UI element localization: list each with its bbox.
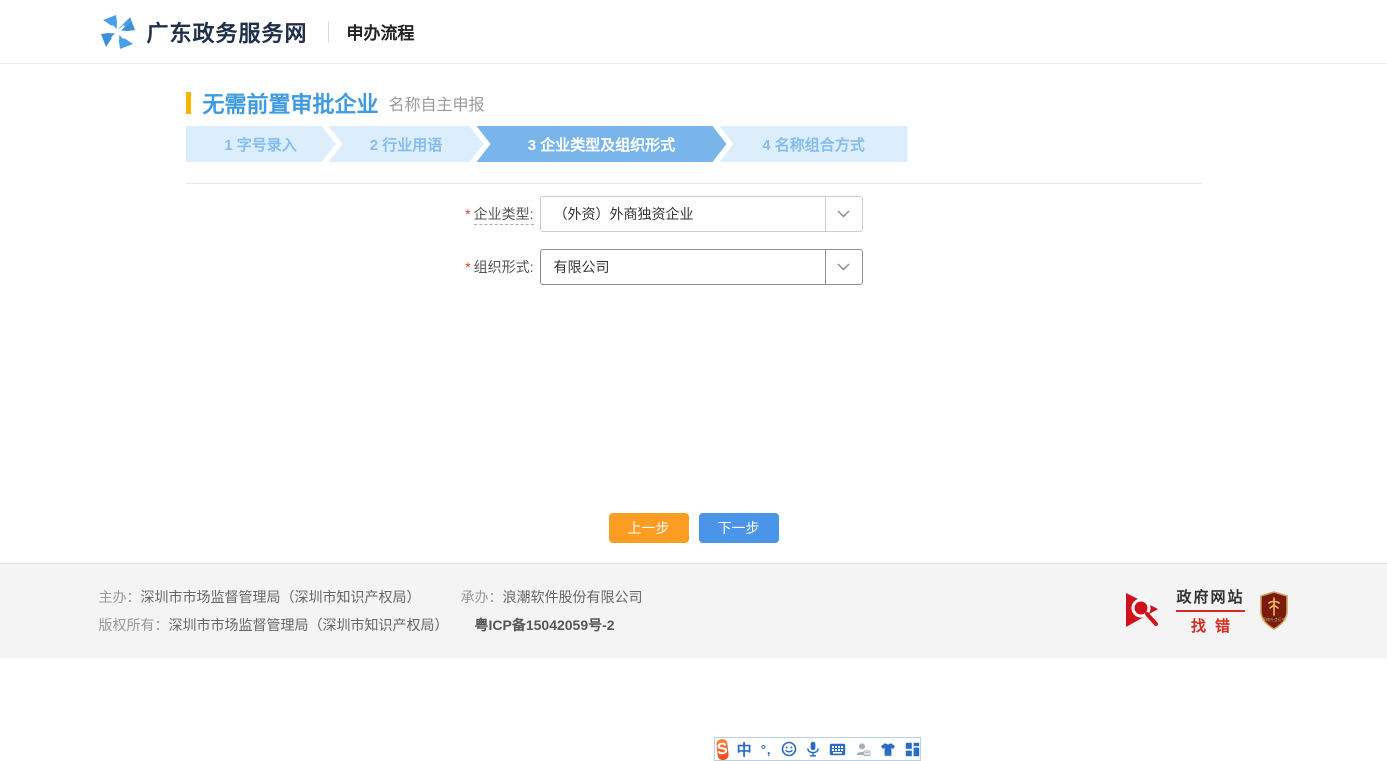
step-4-mingcheng[interactable]: 4 名称组合方式 [720,126,908,162]
site-name: 广东政务服务网 [147,16,308,48]
org-form-value: 有限公司 [541,250,825,284]
copyright-value: 深圳市市场监督管理局（深圳市知识产权局） [169,617,449,633]
gov-site-error-badge[interactable]: 政府网站 找错 [1124,586,1244,636]
enterprise-type-value: （外资）外商独资企业 [541,197,825,231]
required-mark: * [465,259,470,275]
passport-account-icon[interactable] [855,742,871,757]
host-label: 主办： [99,589,141,605]
content-divider [186,183,1202,184]
host-value: 深圳市市场监督管理局（深圳市知识产权局） [141,589,421,605]
step-indicator: 1 字号录入 2 行业用语 3 企业类型及组织形式 4 名称组合方式 [186,126,1202,162]
page-title-row: 无需前置审批企业 名称自主申报 [186,88,1202,118]
err-badge-line2: 找错 [1182,612,1239,636]
previous-step-button[interactable]: 上一步 [609,513,689,543]
soft-keyboard-icon[interactable] [829,743,846,756]
header: 广东政务服务网 申办流程 [0,0,1387,64]
chevron-down-icon[interactable] [825,250,862,284]
org-form-select[interactable]: 有限公司 [540,249,863,285]
ime-chinese-mode-toggle[interactable]: 中 [737,739,752,760]
icp-number: 粤ICP备15042059号-2 [475,617,615,633]
svg-text:网络社会征信: 网络社会征信 [1262,616,1286,622]
step-1-zihao[interactable]: 1 字号录入 [186,126,336,162]
header-divider [328,21,329,43]
skin-theme-icon[interactable] [880,742,896,757]
toolbox-grid-icon[interactable] [905,742,920,757]
form-row-enterprise-type: *企业类型: （外资）外商独资企业 [446,196,1202,232]
ime-punctuation-toggle[interactable]: °, [761,742,772,757]
enterprise-type-select[interactable]: （外资）外商独资企业 [540,196,863,232]
button-row: 上一步 下一步 [186,513,1202,543]
police-shield-badge[interactable]: 网络社会征信 [1259,591,1289,631]
undertake-value: 浪潮软件股份有限公司 [503,589,643,605]
form-row-org-form: *组织形式: 有限公司 [446,249,1202,285]
err-badge-line1: 政府网站 [1176,586,1244,612]
magnifier-flag-icon [1124,590,1170,632]
page-subtitle: 名称自主申报 [389,91,485,115]
step-3-qiyeleixing-active[interactable]: 3 企业类型及组织形式 [477,126,727,162]
footer-badges: 政府网站 找错 网络社会征信 [1124,586,1288,636]
chevron-down-icon[interactable] [825,197,862,231]
page-section-title: 申办流程 [347,19,415,44]
enterprise-type-label: *企业类型: [446,204,534,224]
required-mark: * [465,206,470,222]
sogou-logo-icon[interactable]: S [716,738,729,760]
page-title: 无需前置审批企业 [203,87,379,119]
site-logo-icon [99,13,137,51]
next-step-button[interactable]: 下一步 [699,513,779,543]
undertake-label: 承办： [461,589,503,605]
step-2-hangye[interactable]: 2 行业用语 [329,126,484,162]
voice-input-icon[interactable] [806,741,820,757]
main-content: 无需前置审批企业 名称自主申报 1 字号录入 2 行业用语 3 企业类型及组织形… [0,88,1387,543]
footer: 主办：深圳市市场监督管理局（深圳市知识产权局）承办：浪潮软件股份有限公司 版权所… [0,563,1387,658]
copyright-label: 版权所有： [99,617,169,633]
form: *企业类型: （外资）外商独资企业 *组织形式: 有限公司 [186,196,1202,285]
footer-text: 主办：深圳市市场监督管理局（深圳市知识产权局）承办：浪潮软件股份有限公司 版权所… [99,579,643,643]
org-form-label: *组织形式: [446,257,534,277]
sogou-ime-toolbar[interactable]: S 中 °, [714,737,921,761]
title-accent-bar [186,92,191,114]
emoji-icon[interactable] [781,741,797,757]
